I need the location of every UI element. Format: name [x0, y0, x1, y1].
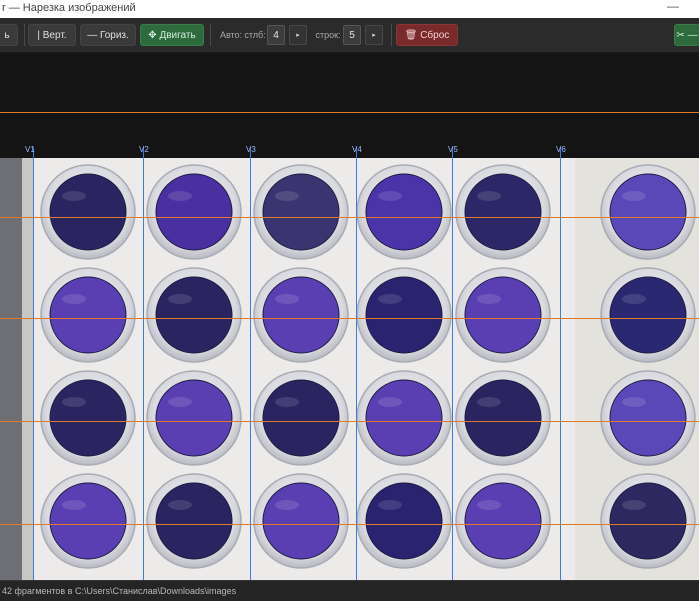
petri-dish-reflection — [378, 191, 402, 201]
cut-button[interactable]: ✂ — — [674, 24, 699, 46]
petri-dish-reflection — [622, 397, 646, 407]
vertical-guide-v4[interactable] — [356, 147, 357, 580]
horizontal-guide-h5[interactable] — [0, 524, 699, 525]
horizontal-guide-button[interactable]: — Гориз. — [80, 24, 136, 46]
petri-dish-reflection — [168, 397, 192, 407]
petri-dish-medium — [262, 173, 340, 251]
title-bar: r — Нарезка изображений — — [0, 0, 699, 19]
toolbar-separator — [24, 24, 25, 46]
vertical-guide-button[interactable]: | Верт. — [28, 24, 76, 46]
petri-dish-reflection — [168, 191, 192, 201]
petri-dish-medium — [609, 482, 687, 560]
toolbar-left-button[interactable]: ь — [0, 24, 18, 46]
reset-button[interactable]: 🗑 Сброс — [396, 24, 458, 46]
petri-dish-reflection — [168, 500, 192, 510]
window-title: r — Нарезка изображений — [2, 2, 136, 14]
petri-dish-reflection — [378, 500, 402, 510]
guide-label-v6: V6 — [556, 145, 566, 154]
petri-dish-medium — [155, 276, 233, 354]
petri-dish-reflection — [477, 397, 501, 407]
guide-label-v5: V5 — [448, 145, 458, 154]
petri-dish-reflection — [168, 294, 192, 304]
petri-dish-reflection — [275, 294, 299, 304]
petri-dish-reflection — [275, 500, 299, 510]
petri-dish-medium — [262, 482, 340, 560]
rows-label: строк: — [315, 30, 341, 40]
petri-dish-medium — [464, 173, 542, 251]
petri-dish-reflection — [378, 294, 402, 304]
petri-dish-reflection — [622, 500, 646, 510]
petri-dish-reflection — [477, 500, 501, 510]
vertical-guide-v6[interactable] — [560, 147, 561, 580]
petri-dish-medium — [262, 276, 340, 354]
petri-dish-medium — [365, 379, 443, 457]
auto-label: Авто: — [219, 30, 243, 40]
petri-dish-medium — [155, 173, 233, 251]
petri-dish-medium — [609, 276, 687, 354]
petri-dish-reflection — [62, 500, 86, 510]
move-button[interactable]: ✥ Двигать — [140, 24, 204, 46]
petri-dish-medium — [262, 379, 340, 457]
cols-input[interactable]: 4 — [267, 25, 285, 45]
horizontal-guide-h1[interactable] — [0, 112, 699, 113]
petri-dish-medium — [49, 379, 127, 457]
horizontal-guide-h2[interactable] — [0, 217, 699, 218]
petri-dish-medium — [365, 276, 443, 354]
petri-dish-medium — [464, 276, 542, 354]
guide-label-v2: V2 — [139, 145, 149, 154]
petri-dish-medium — [155, 482, 233, 560]
petri-dish-reflection — [62, 191, 86, 201]
petri-dish-reflection — [275, 397, 299, 407]
petri-dish-medium — [464, 379, 542, 457]
horizontal-guide-h3[interactable] — [0, 318, 699, 319]
petri-dish-reflection — [378, 397, 402, 407]
toolbar-separator — [210, 24, 211, 46]
vertical-guide-v1[interactable] — [33, 147, 34, 580]
petri-dish-medium — [464, 482, 542, 560]
petri-dish-medium — [365, 173, 443, 251]
petri-dish-medium — [49, 173, 127, 251]
cols-stepper-arrow-icon[interactable]: ▸ — [289, 25, 307, 45]
petri-dish-reflection — [275, 191, 299, 201]
petri-dish-medium — [365, 482, 443, 560]
petri-dish-reflection — [62, 294, 86, 304]
image-canvas[interactable]: V1 V2 V3 V4 V5 V6 — [0, 53, 699, 580]
rows-stepper-arrow-icon[interactable]: ▸ — [365, 25, 383, 45]
petri-dish-medium — [49, 276, 127, 354]
petri-dish-medium — [609, 379, 687, 457]
toolbar-separator — [391, 24, 392, 46]
source-image — [0, 158, 699, 580]
rows-input[interactable]: 5 — [343, 25, 361, 45]
guide-label-v1: V1 — [25, 145, 35, 154]
petri-dish-reflection — [62, 397, 86, 407]
status-bar: 42 фрагментов в C:\Users\Станислав\Downl… — [0, 580, 699, 601]
vertical-guide-v3[interactable] — [250, 147, 251, 580]
toolbar: ь | Верт. — Гориз. ✥ Двигать Авто: стлб:… — [0, 18, 699, 53]
petri-dish-reflection — [477, 191, 501, 201]
horizontal-guide-h4[interactable] — [0, 421, 699, 422]
minimize-button[interactable]: — — [667, 0, 679, 13]
status-text: 42 фрагментов в C:\Users\Станислав\Downl… — [2, 586, 237, 596]
cols-label: стлб: — [244, 30, 266, 40]
petri-dish-reflection — [622, 294, 646, 304]
petri-dish-medium — [49, 482, 127, 560]
guide-label-v3: V3 — [246, 145, 256, 154]
vertical-guide-v5[interactable] — [452, 147, 453, 580]
vertical-guide-v2[interactable] — [143, 147, 144, 580]
petri-dish-reflection — [477, 294, 501, 304]
petri-dish-reflection — [622, 191, 646, 201]
guide-label-v4: V4 — [352, 145, 362, 154]
petri-dish-medium — [609, 173, 687, 251]
petri-dish-medium — [155, 379, 233, 457]
